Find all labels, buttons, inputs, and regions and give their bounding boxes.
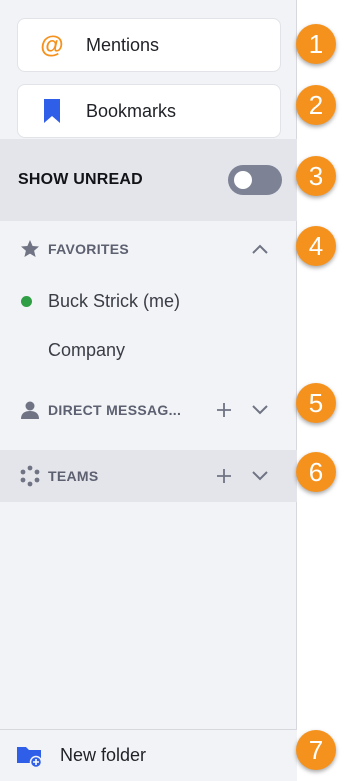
show-unread-label: SHOW UNREAD xyxy=(18,171,143,188)
callout-badge-5: 5 xyxy=(296,383,336,423)
callout-badge-6: 6 xyxy=(296,452,336,492)
new-folder-button[interactable]: New folder xyxy=(0,729,297,781)
show-unread-toggle[interactable] xyxy=(228,165,282,195)
add-folder-icon xyxy=(0,744,60,768)
new-folder-label: New folder xyxy=(60,745,147,765)
show-unread-row: SHOW UNREAD xyxy=(0,139,297,221)
star-icon xyxy=(0,239,48,259)
direct-messages-title: DIRECT MESSAG... xyxy=(48,402,182,418)
chevron-down-icon[interactable] xyxy=(251,401,269,419)
favorites-title: FAVORITES xyxy=(48,241,130,257)
teams-section-header[interactable]: TEAMS xyxy=(0,450,297,502)
toggle-knob xyxy=(234,171,252,189)
callout-badge-1: 1 xyxy=(296,24,336,64)
callout-badge-3: 3 xyxy=(296,156,336,196)
svg-text:@: @ xyxy=(40,32,63,58)
teams-title: TEAMS xyxy=(48,468,99,484)
favorite-item-buck-strick[interactable]: Buck Strick (me) xyxy=(0,279,297,323)
bookmark-icon xyxy=(18,98,86,124)
chevron-down-icon[interactable] xyxy=(251,467,269,485)
online-status-dot xyxy=(20,295,32,307)
chevron-up-icon[interactable] xyxy=(251,240,269,258)
bookmarks-label: Bookmarks xyxy=(86,100,177,121)
teams-icon xyxy=(0,465,48,487)
add-direct-message-plus-icon[interactable] xyxy=(215,401,233,419)
at-sign-icon: @ xyxy=(18,32,86,58)
add-team-plus-icon[interactable] xyxy=(215,467,233,485)
person-icon xyxy=(0,400,48,420)
bookmarks-button[interactable]: Bookmarks xyxy=(17,84,281,138)
callout-badge-7: 7 xyxy=(296,730,336,770)
favorite-item-label: Company xyxy=(48,339,126,360)
favorites-section-header[interactable]: FAVORITES xyxy=(0,223,297,275)
favorite-item-label: Buck Strick (me) xyxy=(48,290,181,311)
sidebar: @ Mentions Bookmarks SHOW UNREAD FAVORIT… xyxy=(0,0,297,781)
favorite-item-company[interactable]: Company xyxy=(0,328,297,372)
direct-messages-section-header[interactable]: DIRECT MESSAG... xyxy=(0,384,297,436)
mentions-button[interactable]: @ Mentions xyxy=(17,18,281,72)
mentions-label: Mentions xyxy=(86,34,160,55)
callout-badge-2: 2 xyxy=(296,85,336,125)
callout-badge-4: 4 xyxy=(296,226,336,266)
